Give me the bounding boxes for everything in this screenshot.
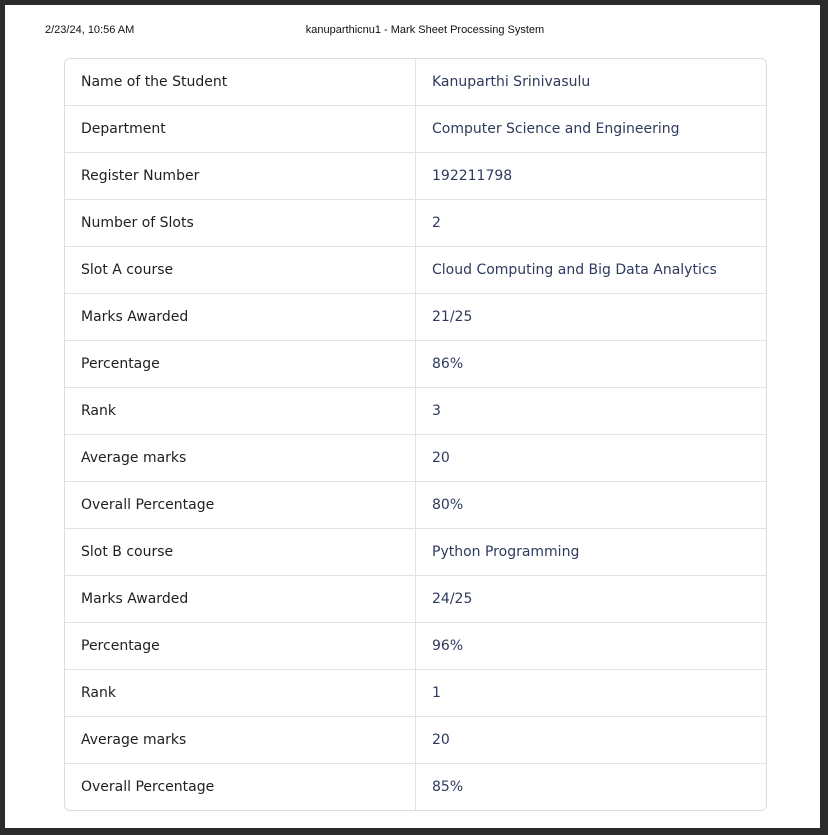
row-value: 96% <box>415 622 766 670</box>
row-value: 20 <box>415 716 766 764</box>
row-value: 86% <box>415 340 766 388</box>
table-row: Department Computer Science and Engineeri… <box>65 105 766 153</box>
row-value: 2 <box>415 199 766 247</box>
row-label: Percentage <box>65 622 416 670</box>
row-label: Name of the Student <box>65 59 416 106</box>
table-row: Number of Slots 2 <box>65 199 766 247</box>
row-label: Number of Slots <box>65 199 416 247</box>
row-value: 1 <box>415 669 766 717</box>
table-row: Slot B course Python Programming <box>65 528 766 576</box>
print-page-title: kanuparthicnu1 - Mark Sheet Processing S… <box>305 24 545 36</box>
row-value: 3 <box>415 387 766 435</box>
table-row: Rank 1 <box>65 669 766 717</box>
mark-sheet-rows: Name of the Student Kanuparthi Srinivasul… <box>65 59 766 810</box>
mark-sheet-card: Name of the Student Kanuparthi Srinivasul… <box>64 58 767 811</box>
row-label: Department <box>65 105 416 153</box>
table-row: Rank 3 <box>65 387 766 435</box>
row-label: Slot B course <box>65 528 416 576</box>
mark-sheet-table: Name of the Student Kanuparthi Srinivasul… <box>65 59 766 810</box>
row-label: Marks Awarded <box>65 293 416 341</box>
print-header: 2/23/24, 10:56 AM kanuparthicnu1 - Mark … <box>5 5 820 55</box>
row-value: Computer Science and Engineering <box>415 105 766 153</box>
table-row: Percentage 96% <box>65 622 766 670</box>
printed-page: 2/23/24, 10:56 AM kanuparthicnu1 - Mark … <box>5 5 820 828</box>
row-value: Cloud Computing and Big Data Analytics <box>415 246 766 294</box>
table-row: Overall Percentage 80% <box>65 481 766 529</box>
row-label: Rank <box>65 387 416 435</box>
row-label: Overall Percentage <box>65 763 416 810</box>
row-value: Kanuparthi Srinivasulu <box>415 59 766 106</box>
row-value: 192211798 <box>415 152 766 200</box>
row-label: Percentage <box>65 340 416 388</box>
table-row: Average marks 20 <box>65 434 766 482</box>
table-row: Name of the Student Kanuparthi Srinivasul… <box>65 59 766 106</box>
row-value: 20 <box>415 434 766 482</box>
row-label: Overall Percentage <box>65 481 416 529</box>
table-row: Average marks 20 <box>65 716 766 764</box>
table-row: Register Number 192211798 <box>65 152 766 200</box>
table-row: Overall Percentage 85% <box>65 763 766 810</box>
row-value: 24/25 <box>415 575 766 623</box>
row-label: Register Number <box>65 152 416 200</box>
table-row: Marks Awarded 21/25 <box>65 293 766 341</box>
table-row: Slot A course Cloud Computing and Big Dat… <box>65 246 766 294</box>
table-row: Percentage 86% <box>65 340 766 388</box>
row-label: Slot A course <box>65 246 416 294</box>
row-value: 85% <box>432 779 464 795</box>
row-label: Rank <box>65 669 416 717</box>
row-value: Python Programming <box>415 528 766 576</box>
table-row: Marks Awarded 24/25 <box>65 575 766 623</box>
row-label: Marks Awarded <box>65 575 416 623</box>
row-value: 80% <box>415 481 766 529</box>
row-value: 21/25 <box>415 293 766 341</box>
row-label: Average marks <box>65 716 416 764</box>
row-label: Average marks <box>65 434 416 482</box>
